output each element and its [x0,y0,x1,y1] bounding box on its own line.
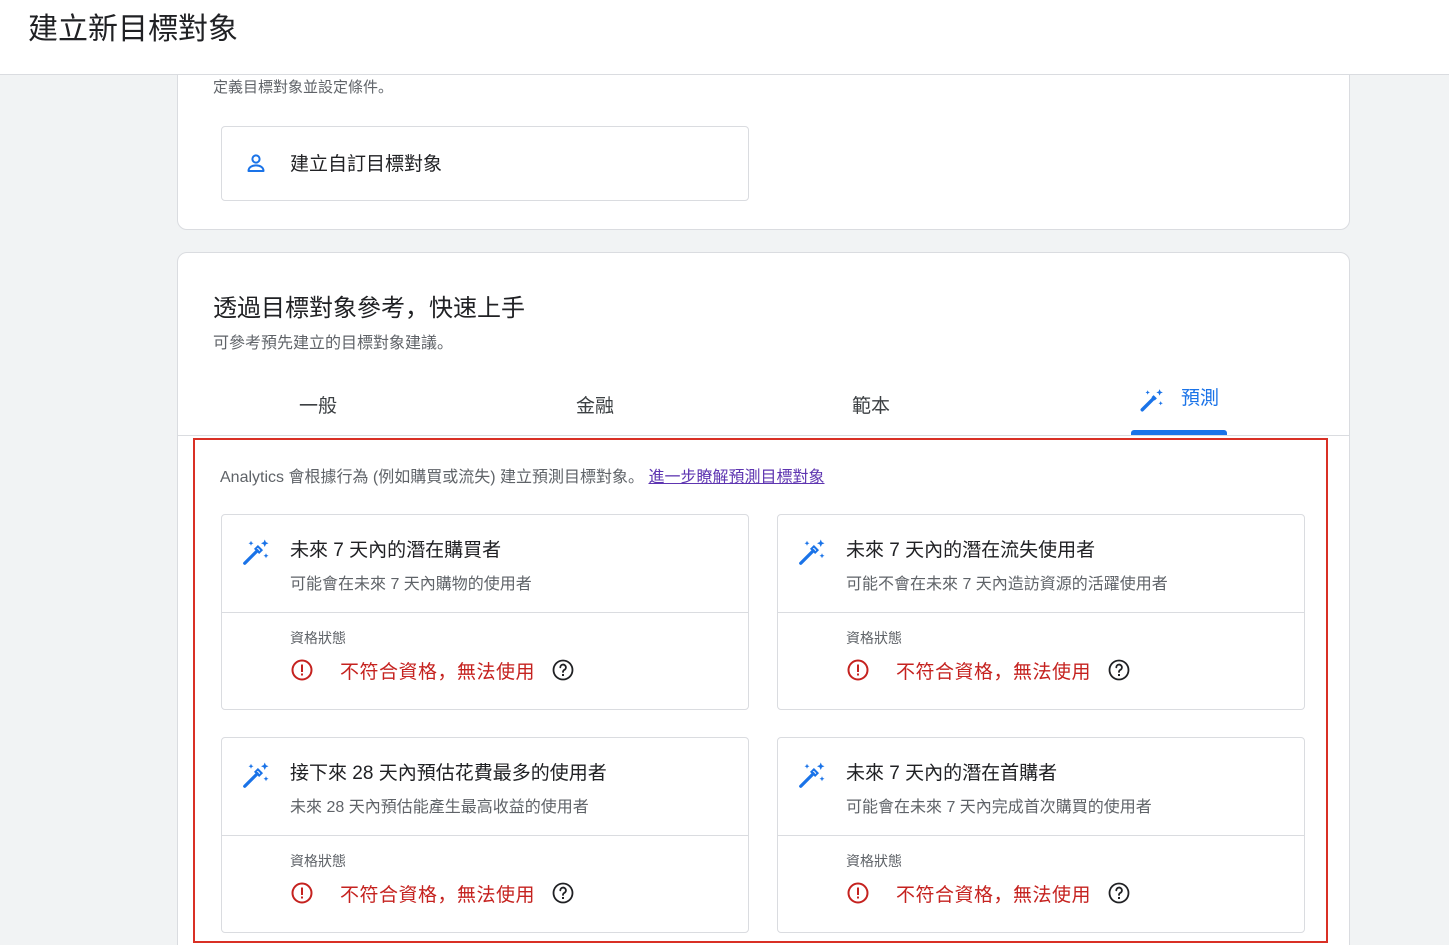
eligibility-status-text: 不符合資格，無法使用 [896,884,1092,906]
selected-tab-indicator [1131,430,1227,435]
tab-predictive-label: 預測 [1180,387,1219,409]
help-icon[interactable] [1107,658,1131,682]
card-title: 接下來 28 天內預估花費最多的使用者 [290,763,607,784]
card-subtitle: 未來 28 天內預估能產生最高收益的使用者 [290,799,589,816]
card-header: 未來 7 天內的潛在首購者 可能會在未來 7 天內完成首次購買的使用者 [778,738,1304,836]
help-icon[interactable] [1107,881,1131,905]
eligibility-status: 不符合資格，無法使用 [846,879,1131,907]
suggestions-heading: 透過目標對象參考，快速上手 [213,295,525,322]
eligibility-label: 資格狀態 [290,853,346,869]
help-icon[interactable] [551,881,575,905]
magic-wand-icon [243,762,269,788]
tab-predictive[interactable]: 預測 [1131,365,1227,427]
card-subtitle: 可能不會在未來 7 天內造訪資源的活躍使用者 [846,576,1168,593]
suggestions-subheading: 可參考預先建立的目標對象建議。 [213,335,454,352]
eligibility-label: 資格狀態 [846,630,902,646]
card-title: 未來 7 天內的潛在首購者 [846,763,1058,784]
predictive-intro: Analytics 會根據行為 (例如購買或流失) 建立預測目標對象。 進一步瞭… [220,463,825,487]
tab-templates[interactable]: 範本 [821,373,921,435]
eligibility-label: 資格狀態 [846,853,902,869]
tab-general[interactable]: 一般 [268,373,368,435]
error-icon [847,659,869,681]
error-icon [847,882,869,904]
magic-wand-icon [243,539,269,565]
card-subtitle: 可能會在未來 7 天內完成首次購買的使用者 [846,799,1152,816]
predictive-intro-text: Analytics 會根據行為 (例如購買或流失) 建立預測目標對象。 [220,469,645,486]
create-custom-audience-button[interactable]: 建立自訂目標對象 [221,126,749,201]
card-title: 未來 7 天內的潛在流失使用者 [846,540,1096,561]
card-title: 未來 7 天內的潛在購買者 [290,540,502,561]
predictive-card-likely-churning-users[interactable]: 未來 7 天內的潛在流失使用者 可能不會在未來 7 天內造訪資源的活躍使用者 資… [777,514,1305,710]
eligibility-status-text: 不符合資格，無法使用 [896,661,1092,683]
learn-more-link[interactable]: 進一步瞭解預測目標對象 [648,469,824,486]
eligibility-status: 不符合資格，無法使用 [290,656,575,684]
predictive-card-likely-purchasers[interactable]: 未來 7 天內的潛在購買者 可能會在未來 7 天內購物的使用者 資格狀態 不符合… [221,514,749,710]
predictive-card-top-spenders[interactable]: 接下來 28 天內預估花費最多的使用者 未來 28 天內預估能產生最高收益的使用… [221,737,749,933]
card-header: 未來 7 天內的潛在流失使用者 可能不會在未來 7 天內造訪資源的活躍使用者 [778,515,1304,613]
eligibility-status-text: 不符合資格，無法使用 [340,884,536,906]
eligibility-status: 不符合資格，無法使用 [290,879,575,907]
suggestion-tabs: 一般 金融 範本 預測 [178,373,1349,436]
magic-wand-icon [1140,389,1163,412]
error-icon [291,882,313,904]
eligibility-label: 資格狀態 [290,630,346,646]
error-icon [291,659,313,681]
tab-finance[interactable]: 金融 [545,373,645,435]
eligibility-status-text: 不符合資格，無法使用 [340,661,536,683]
magic-wand-icon [799,762,825,788]
page-title: 建立新目標對象 [28,13,238,46]
card-header: 未來 7 天內的潛在購買者 可能會在未來 7 天內購物的使用者 [222,515,748,613]
person-icon [247,154,265,172]
card-subtitle: 可能會在未來 7 天內購物的使用者 [290,576,532,593]
create-custom-audience-label: 建立自訂目標對象 [290,154,443,175]
define-description: 定義目標對象並設定條件。 [213,79,394,96]
magic-wand-icon [799,539,825,565]
top-bar: 建立新目標對象 [0,0,1449,75]
card-header: 接下來 28 天內預估花費最多的使用者 未來 28 天內預估能產生最高收益的使用… [222,738,748,836]
predictive-card-likely-first-purchasers[interactable]: 未來 7 天內的潛在首購者 可能會在未來 7 天內完成首次購買的使用者 資格狀態… [777,737,1305,933]
eligibility-status: 不符合資格，無法使用 [846,656,1131,684]
help-icon[interactable] [551,658,575,682]
